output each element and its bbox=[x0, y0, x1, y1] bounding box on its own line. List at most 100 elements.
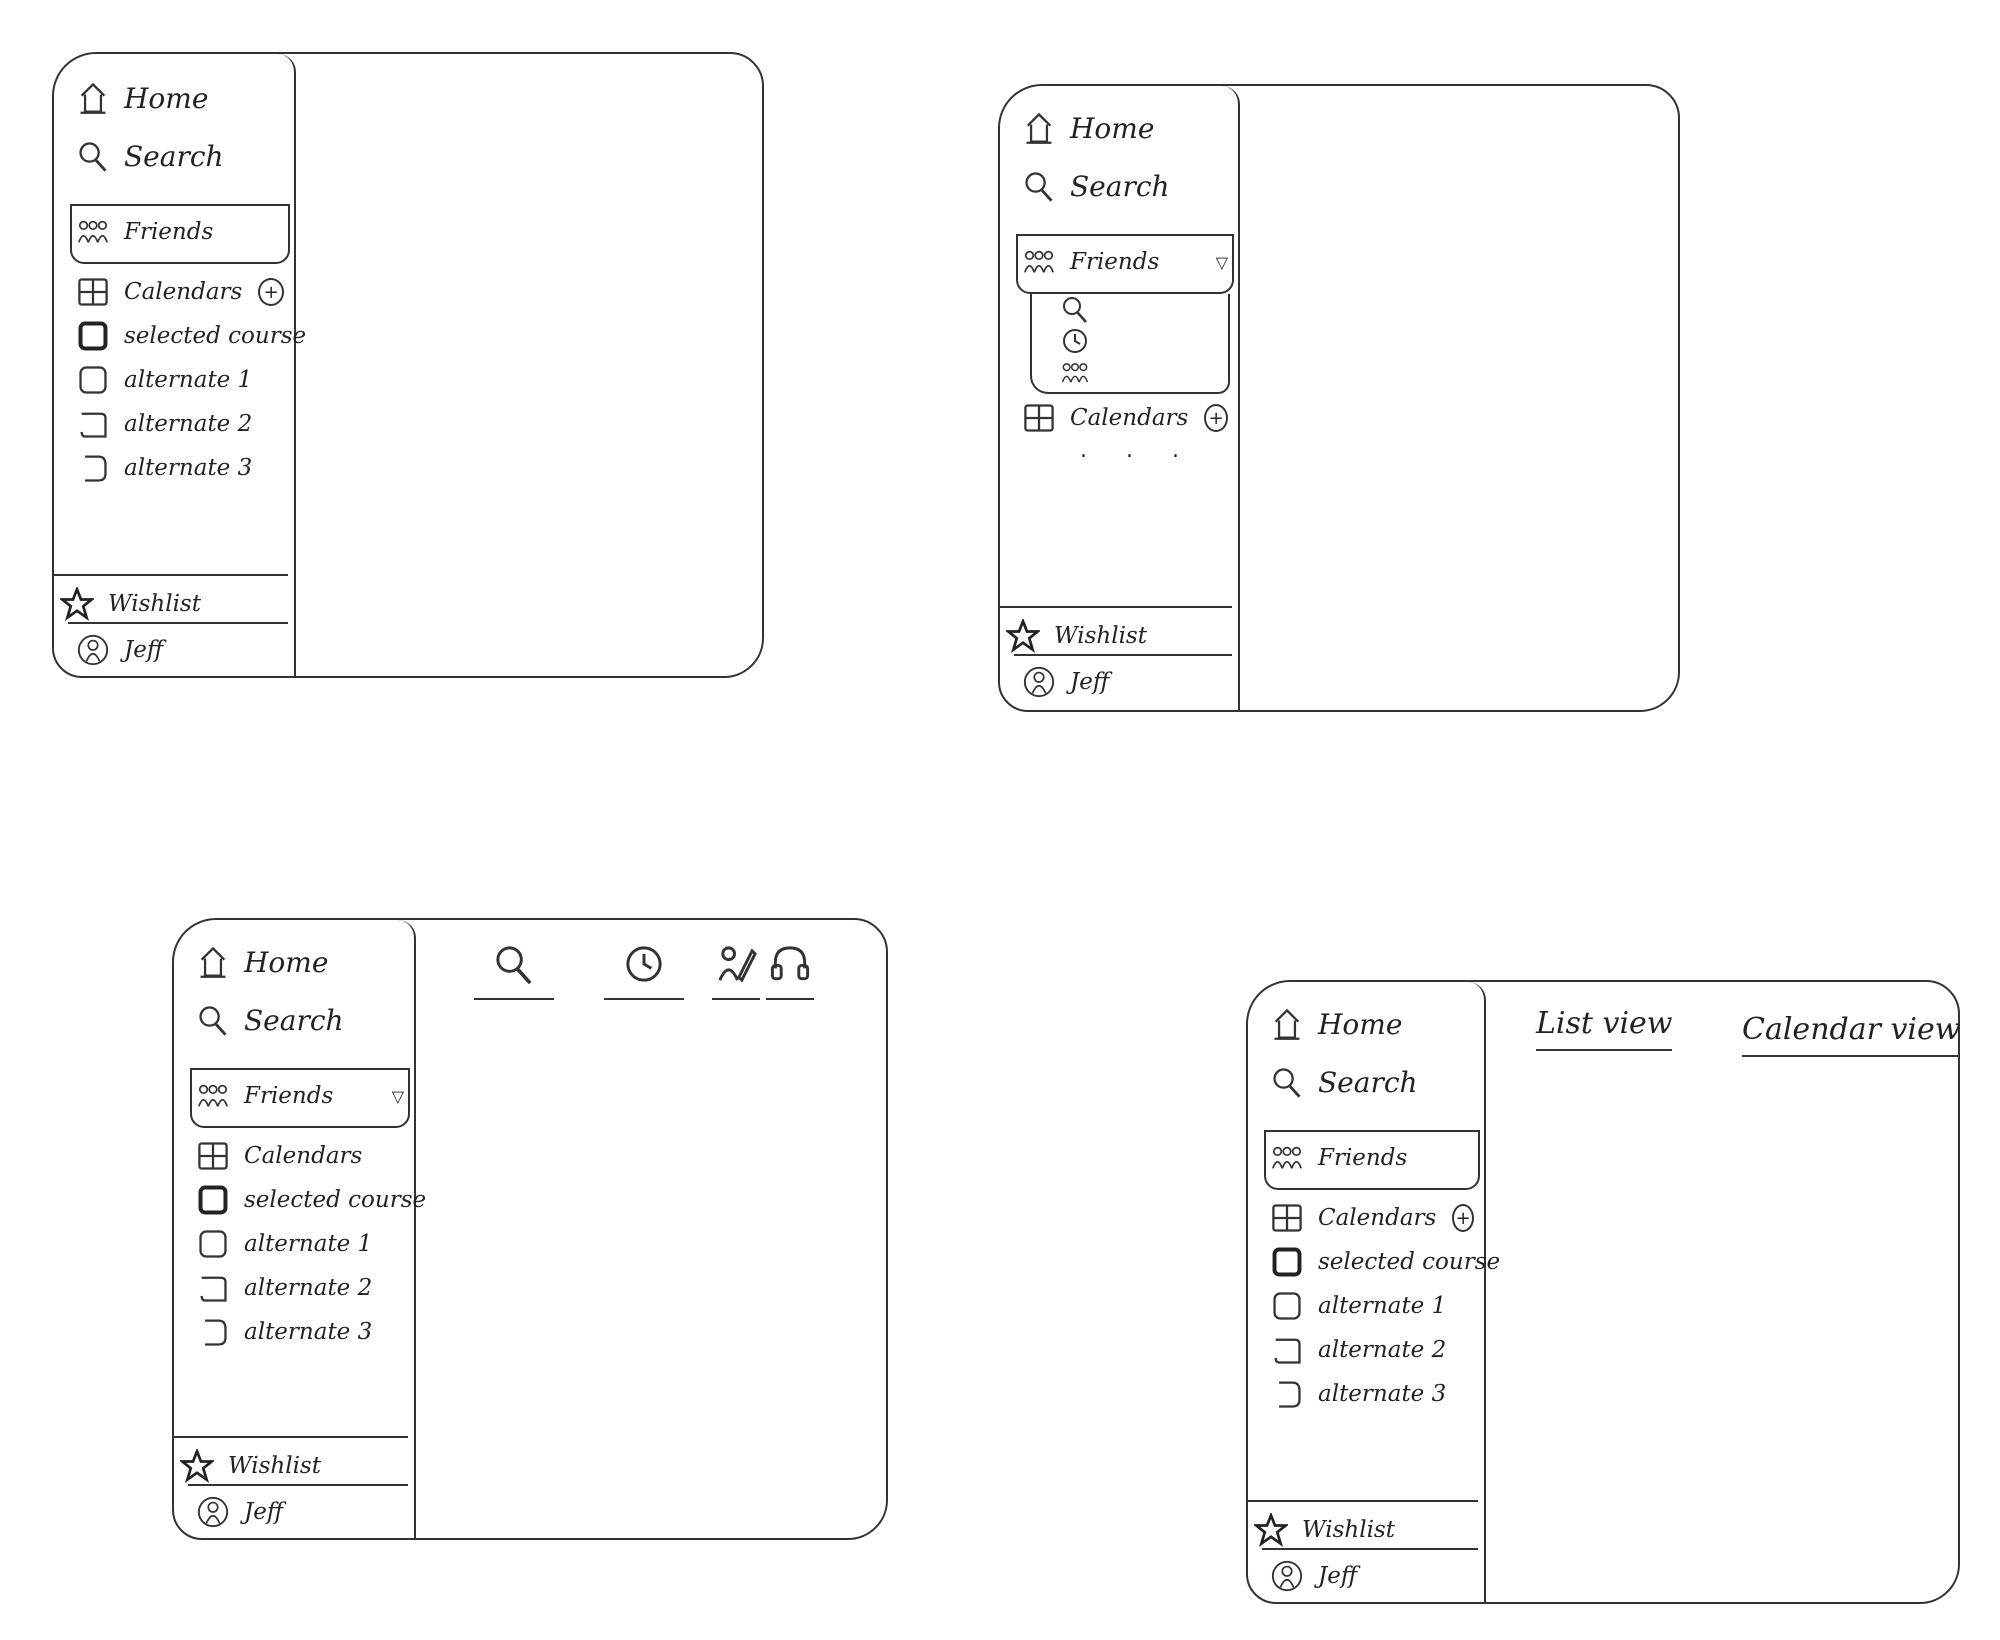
alternate-label: alternate 1 bbox=[1318, 1293, 1447, 1319]
search-icon bbox=[1270, 1065, 1304, 1099]
nav-search[interactable]: Search bbox=[1022, 164, 1228, 208]
clock-icon[interactable] bbox=[1060, 326, 1090, 356]
course-selected-icon bbox=[76, 319, 110, 353]
divider bbox=[188, 1484, 408, 1486]
nav-home[interactable]: Home bbox=[76, 76, 284, 120]
selected-course-row[interactable]: selected course bbox=[76, 314, 306, 358]
tab-search-friends[interactable] bbox=[474, 938, 554, 1000]
calendar-label: Calendars bbox=[1070, 405, 1189, 431]
user-profile[interactable]: Jeff bbox=[1022, 660, 1228, 704]
alternate-row[interactable]: alternate 1 bbox=[196, 1222, 404, 1266]
tab-recent-friends[interactable] bbox=[604, 938, 684, 1000]
course-icon bbox=[196, 1271, 230, 1305]
selected-course-label: selected course bbox=[244, 1187, 427, 1213]
nav-wishlist-label: Wishlist bbox=[228, 1453, 321, 1479]
alternate-row[interactable]: alternate 1 bbox=[1270, 1284, 1474, 1328]
user-profile[interactable]: Jeff bbox=[196, 1490, 404, 1534]
clock-icon bbox=[622, 942, 666, 986]
nav-wishlist-label: Wishlist bbox=[1054, 623, 1147, 649]
tab-support[interactable] bbox=[766, 938, 814, 1000]
divider bbox=[1248, 1500, 1478, 1502]
avatar-icon bbox=[196, 1495, 230, 1529]
calendar-row[interactable]: Calendars bbox=[196, 1134, 404, 1178]
calendar-row[interactable]: Calendars + bbox=[76, 270, 284, 314]
nav-search-label: Search bbox=[1318, 1065, 1418, 1099]
nav-wishlist[interactable]: Wishlist bbox=[1254, 1508, 1474, 1552]
divider bbox=[54, 574, 288, 576]
plus-icon[interactable]: + bbox=[1452, 1204, 1474, 1232]
nav-wishlist[interactable]: Wishlist bbox=[60, 582, 284, 626]
nav-friends[interactable]: Friends ▽ bbox=[1022, 240, 1228, 284]
friends-icon bbox=[76, 215, 110, 249]
star-icon bbox=[180, 1449, 214, 1483]
alternate-row[interactable]: alternate 2 bbox=[196, 1266, 404, 1310]
calendar-icon bbox=[196, 1139, 230, 1173]
nav-friends[interactable]: Friends bbox=[1270, 1136, 1474, 1180]
tab-list-view[interactable]: List view bbox=[1536, 1006, 1673, 1051]
calendar-icon bbox=[1022, 401, 1056, 435]
sketch-friends-page: Home Search Friends ▽ Calendars selected… bbox=[172, 918, 888, 1540]
sketch-default-sidebar: Home Search Friends Calendars + selected… bbox=[52, 52, 764, 678]
sketch-view-tabs: Home Search Friends Calendars + selected… bbox=[1246, 980, 1961, 1604]
nav-home-label: Home bbox=[1070, 111, 1155, 145]
alternate-row[interactable]: alternate 1 bbox=[76, 358, 284, 402]
calendar-row[interactable]: Calendars + bbox=[1022, 396, 1228, 440]
search-icon bbox=[76, 139, 110, 173]
nav-friends[interactable]: Friends bbox=[76, 210, 284, 254]
nav-home[interactable]: Home bbox=[1270, 1002, 1474, 1046]
course-icon bbox=[196, 1315, 230, 1349]
alternate-label: alternate 2 bbox=[1318, 1337, 1447, 1363]
sidebar: Home Search Friends Calendars + selected… bbox=[1248, 982, 1500, 1602]
nav-friends-label: Friends bbox=[1070, 249, 1160, 275]
nav-home[interactable]: Home bbox=[196, 940, 404, 984]
course-selected-icon bbox=[196, 1183, 230, 1217]
nav-wishlist[interactable]: Wishlist bbox=[1006, 614, 1228, 658]
user-name: Jeff bbox=[1070, 669, 1110, 695]
search-icon[interactable] bbox=[1060, 294, 1090, 324]
star-icon bbox=[1254, 1513, 1288, 1547]
course-icon bbox=[76, 363, 110, 397]
nav-friends-label: Friends bbox=[1318, 1145, 1408, 1171]
star-icon bbox=[1006, 619, 1040, 653]
calendar-label: Calendars bbox=[244, 1143, 363, 1169]
nav-home[interactable]: Home bbox=[1022, 106, 1228, 150]
alternate-label: alternate 1 bbox=[124, 367, 253, 393]
user-name: Jeff bbox=[244, 1499, 284, 1525]
nav-friends[interactable]: Friends ▽ bbox=[196, 1074, 404, 1118]
plus-icon[interactable]: + bbox=[258, 278, 284, 306]
tab-calendar-view[interactable]: Calendar view bbox=[1742, 1012, 1961, 1057]
search-icon bbox=[196, 1003, 230, 1037]
nav-search[interactable]: Search bbox=[1270, 1060, 1474, 1104]
alternate-row[interactable]: alternate 3 bbox=[1270, 1372, 1474, 1416]
tab-friend-requests[interactable] bbox=[712, 938, 760, 1000]
friends-icon bbox=[1270, 1141, 1304, 1175]
user-profile[interactable]: Jeff bbox=[76, 628, 284, 672]
nav-search[interactable]: Search bbox=[196, 998, 404, 1042]
nav-search[interactable]: Search bbox=[76, 134, 284, 178]
alternate-row[interactable]: alternate 3 bbox=[76, 446, 284, 490]
chevron-down-icon[interactable]: ▽ bbox=[392, 1087, 404, 1106]
alternate-label: alternate 2 bbox=[244, 1275, 373, 1301]
nav-home-label: Home bbox=[244, 945, 329, 979]
calendar-row[interactable]: Calendars + bbox=[1270, 1196, 1474, 1240]
friends-icon[interactable] bbox=[1060, 358, 1090, 388]
nav-wishlist[interactable]: Wishlist bbox=[180, 1444, 404, 1488]
friends-icon bbox=[1022, 245, 1056, 279]
avatar-icon bbox=[1270, 1559, 1304, 1593]
alternate-row[interactable]: alternate 3 bbox=[196, 1310, 404, 1354]
chevron-down-icon[interactable]: ▽ bbox=[1216, 253, 1228, 272]
plus-icon[interactable]: + bbox=[1204, 404, 1228, 432]
calendar-view-label: Calendar view bbox=[1742, 1012, 1961, 1047]
friends-icon bbox=[196, 1079, 230, 1113]
user-profile[interactable]: Jeff bbox=[1270, 1554, 1474, 1598]
selected-course-row[interactable]: selected course bbox=[1270, 1240, 1500, 1284]
sidebar: Home Search Friends Calendars + selected… bbox=[54, 54, 306, 676]
selected-course-row[interactable]: selected course bbox=[196, 1178, 426, 1222]
divider bbox=[174, 1436, 408, 1438]
alternate-row[interactable]: alternate 2 bbox=[1270, 1328, 1474, 1372]
calendar-label: Calendars bbox=[1318, 1205, 1437, 1231]
divider bbox=[1014, 654, 1232, 656]
nav-search-label: Search bbox=[1070, 169, 1170, 203]
nav-friends-label: Friends bbox=[244, 1083, 334, 1109]
alternate-row[interactable]: alternate 2 bbox=[76, 402, 284, 446]
